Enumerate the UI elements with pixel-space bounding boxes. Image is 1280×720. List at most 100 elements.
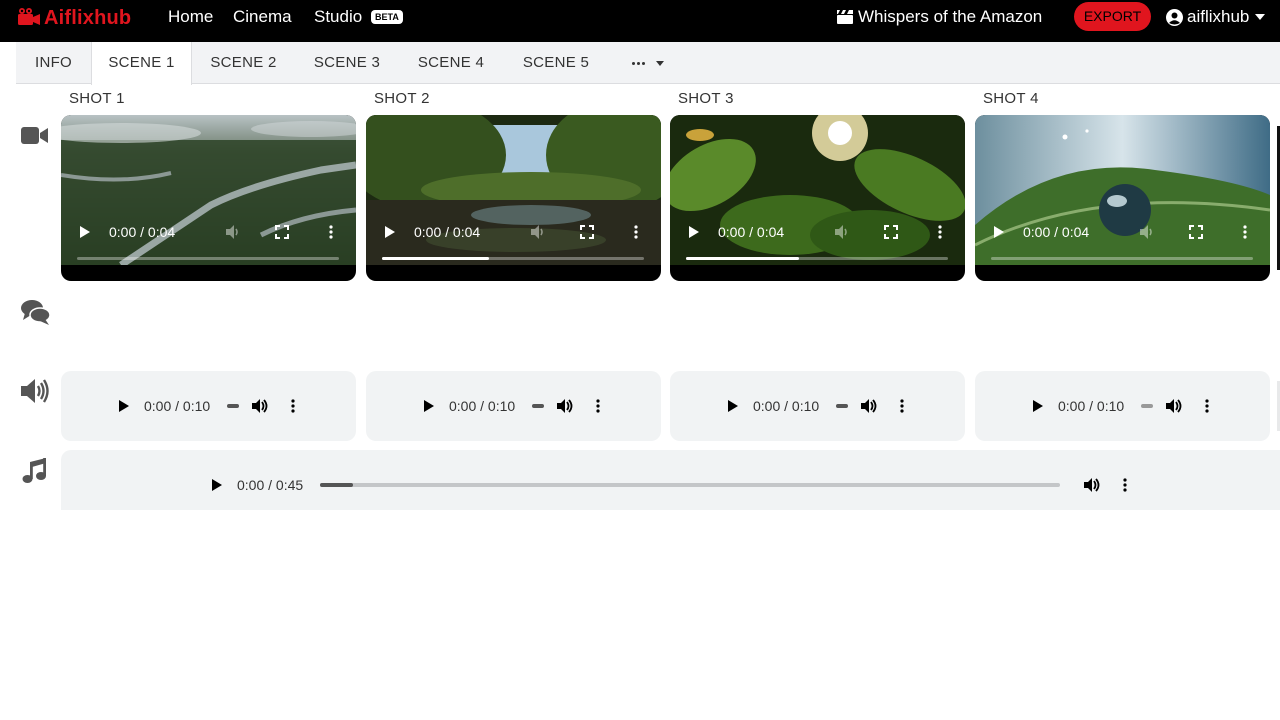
more-options-icon[interactable]	[1123, 478, 1127, 492]
shot-label: SHOT 4	[983, 90, 1039, 107]
beta-badge: BETA	[371, 10, 403, 24]
username: aiflixhub	[1187, 7, 1250, 26]
volume-icon[interactable]	[556, 398, 574, 414]
export-button[interactable]: EXPORT	[1074, 2, 1151, 31]
user-circle-icon	[1166, 8, 1183, 26]
video-controls: 0:00 / 0:04	[61, 115, 356, 281]
tab-scene-4[interactable]: SCENE 4	[399, 42, 503, 84]
play-icon[interactable]	[424, 400, 434, 412]
play-icon[interactable]	[80, 226, 90, 238]
shot-1-audio-player[interactable]: 0:00 / 0:10	[61, 371, 356, 441]
clapperboard-icon	[837, 10, 853, 24]
video-controls: 0:00 / 0:04	[670, 115, 965, 281]
play-icon[interactable]	[689, 226, 699, 238]
music-audio-player[interactable]: 0:00 / 0:45	[61, 450, 1280, 510]
tab-info[interactable]: INFO	[16, 42, 91, 84]
project-title[interactable]: Whispers of the Amazon	[836, 7, 1042, 27]
shot-4-audio-player[interactable]: 0:00 / 0:10	[975, 371, 1270, 441]
video-progress-bar[interactable]	[991, 257, 1253, 260]
more-options-icon[interactable]	[1205, 399, 1209, 413]
audio-seek-bar[interactable]	[227, 404, 239, 408]
video-controls: 0:00 / 0:04	[366, 115, 661, 281]
video-time: 0:00 / 0:04	[1023, 224, 1090, 240]
shot-2-video-player[interactable]: 0:00 / 0:04	[366, 115, 661, 281]
project-title-text: Whispers of the Amazon	[858, 7, 1043, 26]
shot-3-video-player[interactable]: 0:00 / 0:04	[670, 115, 965, 281]
volume-icon[interactable]	[1139, 224, 1155, 240]
audio-seek-bar[interactable]	[532, 404, 544, 408]
brand-logo[interactable]: Aiflixhub	[16, 6, 131, 30]
play-icon[interactable]	[119, 400, 129, 412]
ellipsis-dot	[637, 61, 640, 65]
video-camera-icon	[21, 127, 48, 144]
volume-icon[interactable]	[225, 224, 241, 240]
video-time: 0:00 / 0:04	[109, 224, 176, 240]
top-navbar: Aiflixhub Home Cinema Studio BETA Whispe…	[0, 0, 1280, 42]
nav-home-link[interactable]: Home	[168, 7, 213, 27]
film-camera-icon	[18, 8, 40, 25]
volume-icon[interactable]	[834, 224, 850, 240]
more-options-icon[interactable]	[900, 399, 904, 413]
music-time: 0:00 / 0:45	[237, 477, 304, 493]
volume-icon[interactable]	[1165, 398, 1183, 414]
ellipsis-icon	[632, 61, 635, 65]
video-progress-bar[interactable]	[686, 257, 948, 260]
speaker-icon	[21, 379, 49, 403]
shot-1-video-player[interactable]: 0:00 / 0:04	[61, 115, 356, 281]
shot-label: SHOT 1	[69, 90, 125, 107]
nav-studio-link[interactable]: Studio	[314, 7, 362, 27]
audio-time: 0:00 / 0:10	[144, 398, 211, 414]
audio-seek-bar[interactable]	[836, 404, 848, 408]
video-controls: 0:00 / 0:04	[975, 115, 1270, 281]
music-progress-bar[interactable]	[320, 483, 1060, 487]
user-menu[interactable]: aiflixhub	[1166, 7, 1266, 27]
play-icon[interactable]	[728, 400, 738, 412]
shot-3-audio-player[interactable]: 0:00 / 0:10	[670, 371, 965, 441]
shot-4-video-player[interactable]: 0:00 / 0:04	[975, 115, 1270, 281]
audio-time: 0:00 / 0:10	[449, 398, 516, 414]
music-progress-fill	[320, 483, 354, 487]
chevron-down-icon	[1255, 14, 1266, 20]
volume-icon[interactable]	[530, 224, 546, 240]
nav-cinema-link[interactable]: Cinema	[233, 7, 292, 27]
scene-tabs: INFO SCENE 1 SCENE 2 SCENE 3 SCENE 4 SCE…	[16, 42, 1280, 85]
fullscreen-icon[interactable]	[580, 225, 594, 239]
chat-bubbles-icon	[21, 300, 50, 325]
play-icon[interactable]	[212, 479, 222, 491]
video-time: 0:00 / 0:04	[414, 224, 481, 240]
fullscreen-icon[interactable]	[275, 225, 289, 239]
audio-seek-bar[interactable]	[1141, 404, 1153, 408]
tab-scene-5[interactable]: SCENE 5	[503, 42, 609, 84]
play-icon[interactable]	[385, 226, 395, 238]
brand-name: Aiflixhub	[44, 6, 132, 29]
shot-label: SHOT 3	[678, 90, 734, 107]
shot-2-audio-player[interactable]: 0:00 / 0:10	[366, 371, 661, 441]
more-options-icon[interactable]	[329, 225, 333, 239]
more-tabs-dropdown[interactable]	[632, 56, 664, 70]
more-options-icon[interactable]	[291, 399, 295, 413]
video-progress-fill	[382, 257, 490, 260]
play-icon[interactable]	[994, 226, 1004, 238]
tab-scene-3[interactable]: SCENE 3	[295, 42, 399, 84]
video-progress-bar[interactable]	[77, 257, 339, 260]
volume-icon[interactable]	[860, 398, 878, 414]
audio-time: 0:00 / 0:10	[1058, 398, 1125, 414]
video-progress-fill	[686, 257, 799, 260]
video-progress-bar[interactable]	[382, 257, 644, 260]
more-options-icon[interactable]	[938, 225, 942, 239]
tab-scene-1[interactable]: SCENE 1	[91, 42, 192, 85]
fullscreen-icon[interactable]	[1189, 225, 1203, 239]
play-icon[interactable]	[1033, 400, 1043, 412]
shot-label: SHOT 2	[374, 90, 430, 107]
tab-scene-2[interactable]: SCENE 2	[192, 42, 295, 84]
chevron-down-icon	[656, 60, 664, 66]
video-time: 0:00 / 0:04	[718, 224, 785, 240]
fullscreen-icon[interactable]	[884, 225, 898, 239]
volume-icon[interactable]	[1083, 477, 1101, 493]
audio-time: 0:00 / 0:10	[753, 398, 820, 414]
music-note-icon	[22, 458, 46, 483]
more-options-icon[interactable]	[634, 225, 638, 239]
more-options-icon[interactable]	[1243, 225, 1247, 239]
more-options-icon[interactable]	[596, 399, 600, 413]
volume-icon[interactable]	[251, 398, 269, 414]
